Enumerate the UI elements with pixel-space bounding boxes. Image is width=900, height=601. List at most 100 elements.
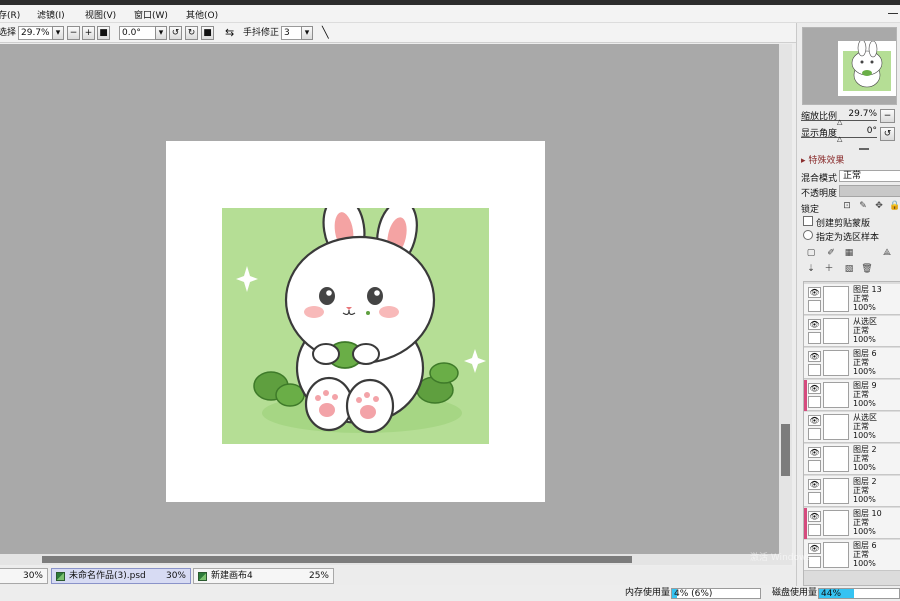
layer-opacity: 100% bbox=[853, 399, 876, 408]
move-down-icon[interactable]: ⇣ bbox=[805, 263, 817, 275]
bunny-artwork bbox=[222, 208, 489, 444]
eye-icon[interactable]: 👁 bbox=[808, 351, 821, 362]
layer-list[interactable]: 👁 图层 13 正常 100% 👁 从选区 正常 100% 👁 图层 6 正常 100% 👁 图层 9 正常… bbox=[803, 281, 900, 586]
layer-lock-toggle[interactable] bbox=[808, 396, 821, 408]
vertical-scroll-thumb[interactable] bbox=[781, 424, 790, 476]
document-tab-active[interactable]: 未命名作品(3).psd 30% bbox=[51, 568, 191, 584]
stabilizer-label: 手抖修正 bbox=[243, 28, 280, 38]
rotate-reset-button[interactable]: ■ bbox=[201, 26, 214, 40]
layer-lock-toggle[interactable] bbox=[808, 460, 821, 472]
menu-item-window[interactable]: 窗口(W) bbox=[134, 8, 168, 21]
eye-icon[interactable]: 👁 bbox=[808, 287, 821, 298]
eye-icon[interactable]: 👁 bbox=[808, 511, 821, 522]
layer-row[interactable]: 👁 图层 9 正常 100% bbox=[804, 380, 900, 411]
zoom-dropdown-icon[interactable]: ▾ bbox=[52, 26, 64, 40]
panel-grip[interactable] bbox=[859, 148, 869, 150]
new-raster-icon[interactable]: ✐ bbox=[825, 247, 837, 259]
layer-opacity: 100% bbox=[853, 367, 876, 376]
layer-row[interactable]: 👁 图层 13 正常 100% bbox=[804, 284, 900, 315]
merge-layer-icon[interactable]: ＋ bbox=[823, 263, 835, 275]
document-tab[interactable]: 新建画布4 25% bbox=[193, 568, 334, 584]
eye-icon[interactable]: 👁 bbox=[808, 415, 821, 426]
select-label: 选择 bbox=[0, 28, 17, 38]
lock-transparency-icon[interactable]: ⊡ bbox=[841, 200, 853, 212]
layer-thumbnail bbox=[823, 510, 849, 536]
eye-icon[interactable]: 👁 bbox=[808, 479, 821, 490]
layer-row[interactable]: 👁 从选区 正常 100% bbox=[804, 316, 900, 347]
disk-meter: 44% bbox=[818, 588, 900, 599]
horizontal-scroll-thumb[interactable] bbox=[42, 556, 632, 563]
layer-lock-toggle[interactable] bbox=[808, 428, 821, 440]
layer-lock-toggle[interactable] bbox=[808, 492, 821, 504]
layer-name: 图层 6 bbox=[853, 541, 877, 550]
menu-item-view[interactable]: 视图(V) bbox=[85, 8, 116, 21]
tab-zoom: 30% bbox=[165, 571, 186, 581]
clear-layer-icon[interactable]: ▧ bbox=[843, 263, 855, 275]
layer-row[interactable]: 👁 图层 10 正常 100% bbox=[804, 508, 900, 539]
canvas-area[interactable] bbox=[0, 44, 779, 554]
layer-row[interactable]: 👁 图层 2 正常 100% bbox=[804, 476, 900, 507]
layer-row[interactable]: 👁 图层 2 正常 100% bbox=[804, 444, 900, 475]
layer-mode: 正常 bbox=[853, 486, 869, 495]
document-tab[interactable]: 30% bbox=[0, 568, 48, 584]
stabilizer-dropdown-icon[interactable]: ▾ bbox=[301, 26, 313, 40]
menu-item-layer[interactable]: 存(R) bbox=[0, 8, 20, 21]
layer-lock-toggle[interactable] bbox=[808, 524, 821, 536]
zoom-in-button[interactable]: + bbox=[82, 26, 95, 40]
slider-handle-icon[interactable]: △ bbox=[837, 118, 842, 126]
eye-icon[interactable]: 👁 bbox=[808, 383, 821, 394]
layer-opacity: 100% bbox=[853, 559, 876, 568]
angle-dropdown-icon[interactable]: ▾ bbox=[155, 26, 167, 40]
lock-all-icon[interactable]: 🔒 bbox=[889, 200, 900, 212]
layer-row[interactable]: 👁 图层 6 正常 100% bbox=[804, 348, 900, 379]
new-folder-icon[interactable]: ▦ bbox=[843, 247, 855, 259]
horizontal-scrollbar[interactable] bbox=[0, 554, 792, 565]
layer-thumbnail bbox=[823, 286, 849, 312]
zoom-reset-button[interactable]: ■ bbox=[97, 26, 110, 40]
menu-item-other[interactable]: 其他(O) bbox=[186, 8, 218, 21]
navigator-thumbnail bbox=[838, 39, 896, 96]
navigator-art bbox=[843, 39, 891, 91]
zoom-out-button[interactable]: − bbox=[67, 26, 80, 40]
eye-icon[interactable]: 👁 bbox=[808, 319, 821, 330]
layer-row[interactable]: 👁 图层 6 正常 100% bbox=[804, 540, 900, 571]
layer-lock-toggle[interactable] bbox=[808, 300, 821, 312]
tab-name: 未命名作品(3).psd bbox=[69, 571, 146, 581]
nav-rotate-button[interactable]: ↺ bbox=[880, 127, 895, 141]
line-tool-icon[interactable]: ╲ bbox=[322, 26, 329, 40]
new-layer-icon[interactable]: ▢ bbox=[805, 247, 817, 259]
canvas-paper[interactable] bbox=[166, 141, 545, 502]
layer-color-mark bbox=[804, 380, 807, 411]
flip-icon[interactable]: ⇆ bbox=[225, 26, 234, 40]
status-bar: 内存使用量 4% (6%) 磁盘使用量 44% bbox=[0, 586, 900, 600]
minimize-icon[interactable] bbox=[888, 13, 898, 14]
select-source-label: 指定为选区样本 bbox=[816, 233, 880, 243]
navigator-preview[interactable] bbox=[802, 27, 897, 105]
lock-move-icon[interactable]: ✥ bbox=[873, 200, 885, 212]
layer-name: 图层 10 bbox=[853, 509, 882, 518]
layer-name: 图层 6 bbox=[853, 349, 877, 358]
layer-mode: 正常 bbox=[853, 326, 869, 335]
layer-mode: 正常 bbox=[853, 294, 869, 303]
blend-mode-select[interactable]: 正常 bbox=[839, 170, 900, 182]
clip-checkbox[interactable] bbox=[803, 216, 813, 226]
layer-name: 从选区 bbox=[853, 317, 877, 326]
effects-section-title[interactable]: ▸ 特殊效果 bbox=[801, 153, 844, 166]
layer-lock-toggle[interactable] bbox=[808, 364, 821, 376]
menu-item-filter[interactable]: 滤镜(I) bbox=[37, 8, 65, 21]
layer-opacity: 100% bbox=[853, 335, 876, 344]
delete-layer-icon[interactable]: 🗑 bbox=[861, 263, 873, 275]
eye-icon[interactable]: 👁 bbox=[808, 447, 821, 458]
nav-zoom-out-button[interactable]: − bbox=[880, 109, 895, 123]
rotate-left-button[interactable]: ↺ bbox=[169, 26, 182, 40]
rotate-right-button[interactable]: ↻ bbox=[185, 26, 198, 40]
slider-handle-icon[interactable]: △ bbox=[837, 135, 842, 143]
vertical-scrollbar[interactable] bbox=[779, 44, 792, 554]
layer-lock-toggle[interactable] bbox=[808, 332, 821, 344]
layer-mode: 正常 bbox=[853, 358, 869, 367]
layer-row[interactable]: 👁 从选区 正常 100% bbox=[804, 412, 900, 443]
lock-paint-icon[interactable]: ✎ bbox=[857, 200, 869, 212]
layer-effects-icon[interactable]: ⟁ bbox=[881, 247, 893, 259]
select-source-radio[interactable] bbox=[803, 230, 813, 240]
opacity-slider[interactable] bbox=[839, 185, 900, 197]
